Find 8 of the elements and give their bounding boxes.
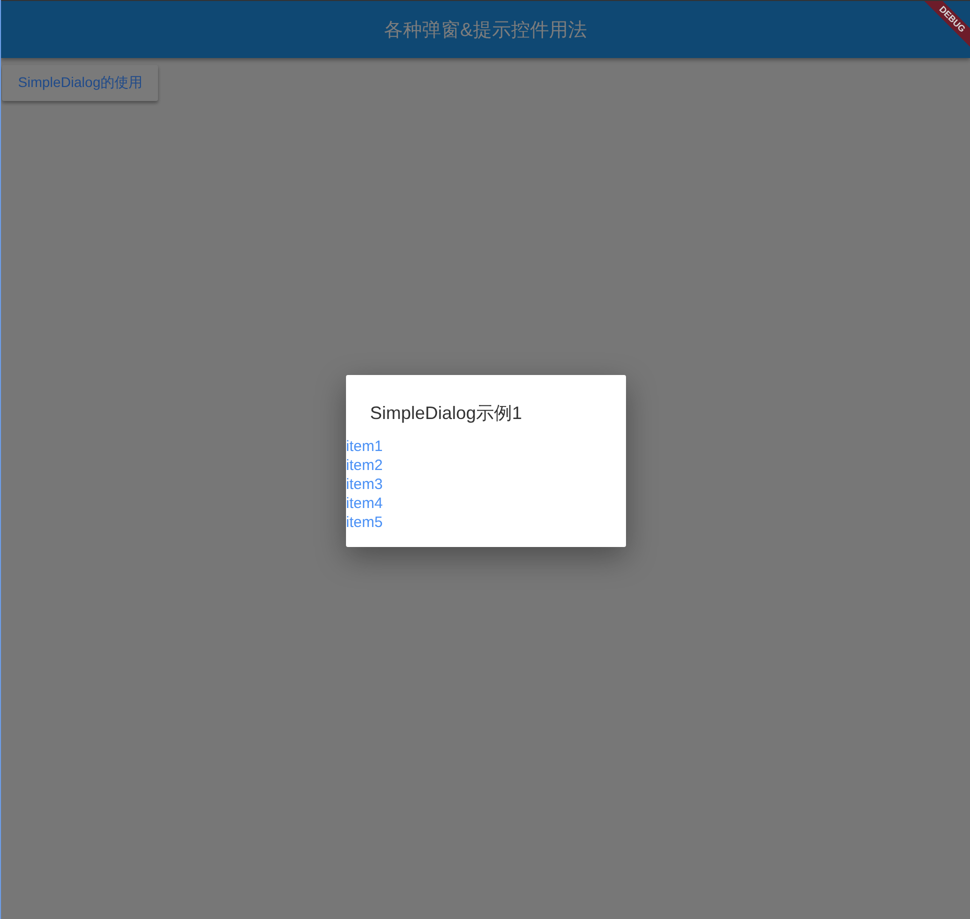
dialog-option[interactable]: item5 [346,513,383,532]
dialog-option[interactable]: item1 [346,437,383,456]
app-title: 各种弹窗&提示控件用法 [384,18,587,42]
dialog-option[interactable]: item4 [346,494,383,513]
simple-dialog-button[interactable]: SimpleDialog的使用 [2,65,158,101]
dialog-title: SimpleDialog示例1 [370,402,522,425]
dialog-option[interactable]: item3 [346,475,383,494]
dialog-option[interactable]: item2 [346,456,383,475]
